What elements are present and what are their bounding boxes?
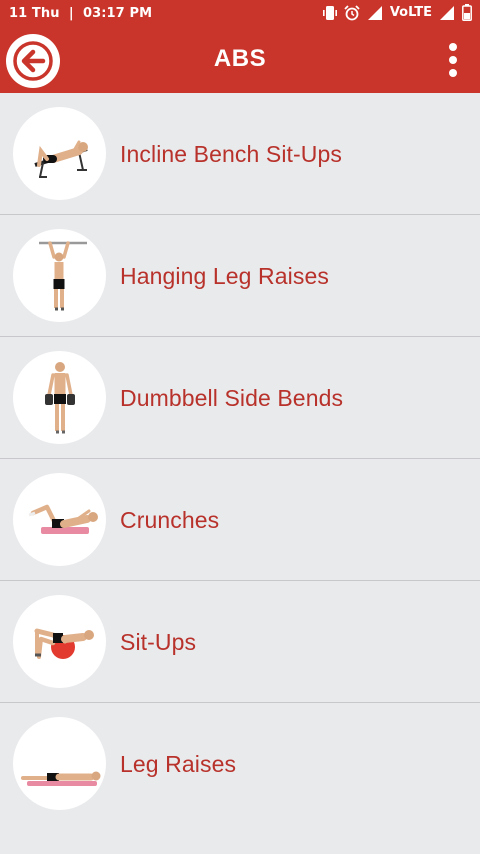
dumbbell-side-bend-illustration (45, 362, 75, 434)
signal-icon (367, 5, 382, 20)
exercise-label: Crunches (120, 507, 220, 533)
hanging-leg-raise-illustration (39, 241, 87, 311)
leg-raise-illustration (21, 771, 101, 786)
exercise-label: Incline Bench Sit-Ups (120, 141, 342, 167)
page-title: ABS (213, 45, 267, 72)
incline-bench-situp-illustration (34, 140, 88, 178)
list-item-crunches[interactable]: Crunches (0, 459, 480, 581)
list-item-dumbbell-side-bends[interactable]: Dumbbell Side Bends (0, 337, 480, 459)
exercise-thumbnail (13, 107, 106, 200)
status-icons: VoLTE (322, 4, 472, 21)
volte-signal-icon (440, 5, 454, 20)
exercise-thumbnail (13, 229, 106, 322)
exercise-thumbnail (13, 351, 106, 444)
exercise-thumbnail (13, 717, 106, 810)
vibrate-icon (322, 5, 337, 20)
more-vert-icon (449, 43, 457, 51)
alarm-icon (344, 4, 360, 20)
exercise-thumbnail (13, 473, 106, 566)
exercise-label: Leg Raises (120, 751, 237, 777)
list-item-hanging-leg-raises[interactable]: Hanging Leg Raises (0, 215, 480, 337)
battery-icon (462, 4, 472, 21)
app-bar: ABS (0, 28, 480, 93)
exercise-label: Dumbbell Side Bends (120, 385, 344, 411)
status-bar: 11 Thu | 03:17 PM VoLTE (0, 0, 480, 28)
status-date-time: 11 Thu | 03:17 PM (9, 6, 153, 21)
list-item-sit-ups[interactable]: Sit-Ups (0, 581, 480, 703)
more-options-button[interactable] (446, 43, 460, 77)
list-item-incline-bench-sit-ups[interactable]: Incline Bench Sit-Ups (0, 93, 480, 215)
list-item-leg-raises[interactable]: Leg Raises (0, 703, 480, 824)
exercise-label: Sit-Ups (120, 629, 197, 655)
exercise-label: Hanging Leg Raises (120, 263, 329, 289)
network-label: VoLTE (389, 5, 432, 20)
crunch-illustration (28, 504, 98, 534)
exercise-thumbnail (13, 595, 106, 688)
exercise-list: Incline Bench Sit-Ups Hanging Leg Raises (0, 93, 480, 824)
situp-ball-illustration (34, 628, 94, 659)
